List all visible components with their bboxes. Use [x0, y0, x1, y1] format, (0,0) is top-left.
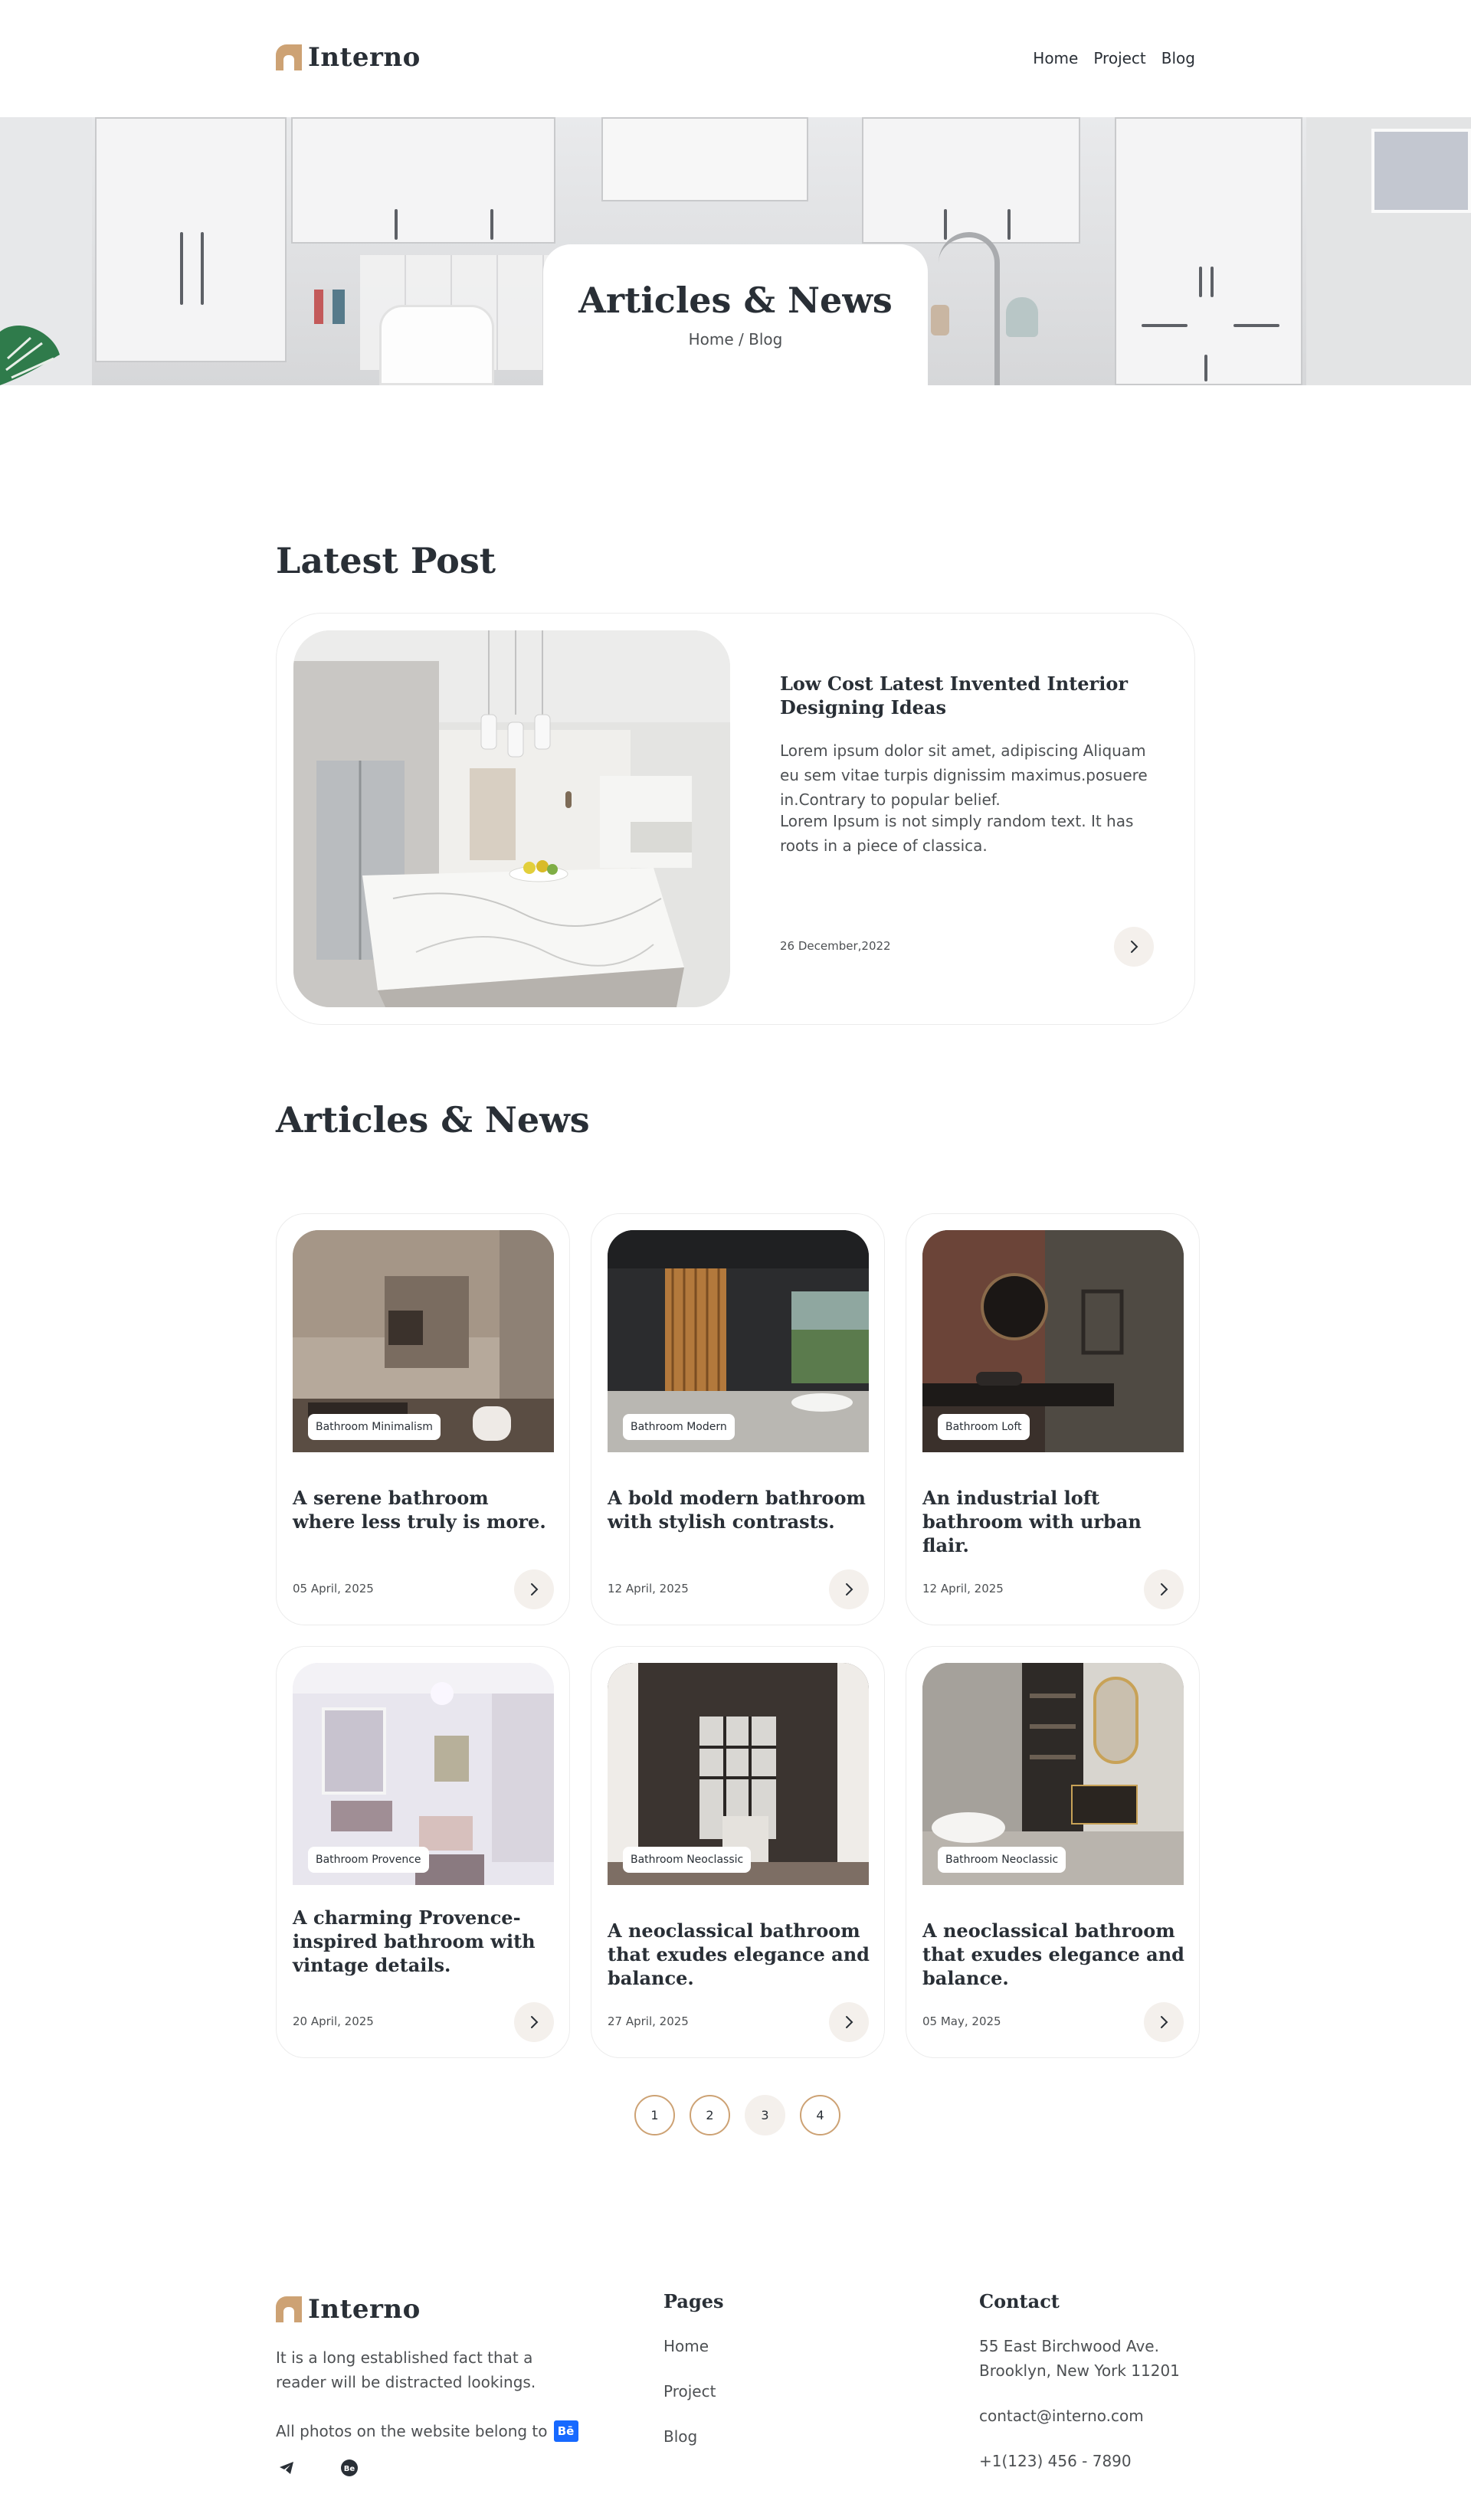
article-date: 12 April, 2025 — [922, 1582, 1004, 1595]
footer-phone-link[interactable]: +1(123) 456 - 7890 — [979, 2452, 1132, 2470]
latest-post-read-button[interactable] — [1114, 927, 1154, 967]
footer-logo[interactable]: Interno — [276, 2294, 421, 2325]
latest-post-excerpt: Lorem ipsum dolor sit amet, adipiscing A… — [780, 741, 1148, 809]
article-read-button[interactable] — [829, 1569, 869, 1609]
chevron-right-icon — [1161, 1583, 1168, 1595]
article-title[interactable]: A neoclassical bathroom that exudes eleg… — [608, 1919, 872, 1990]
latest-post-card[interactable]: Low Cost Latest Invented Interior Design… — [276, 613, 1195, 1025]
footer-contact-heading: Contact — [979, 2290, 1060, 2312]
logo-text: Interno — [308, 42, 421, 73]
footer-link-home[interactable]: Home — [663, 2337, 709, 2355]
footer-description: It is a long established fact that a rea… — [276, 2348, 536, 2391]
article-date: 27 April, 2025 — [608, 2014, 689, 2028]
nav-home[interactable]: Home — [1033, 49, 1078, 67]
behance-icon[interactable]: Be — [337, 2456, 362, 2480]
article-tag: Bathroom Modern — [623, 1414, 735, 1440]
article-image: Bathroom Loft — [922, 1230, 1184, 1452]
chevron-right-icon — [1131, 941, 1138, 953]
article-read-button[interactable] — [1144, 1569, 1184, 1609]
nav-blog[interactable]: Blog — [1161, 49, 1195, 67]
footer-credit-text: All photos on the website belong to — [276, 2422, 548, 2440]
hero-title-card: Articles & News Home / Blog — [543, 244, 928, 385]
chevron-right-icon — [531, 1583, 539, 1595]
article-tag: Bathroom Neoclassic — [938, 1847, 1066, 1873]
latest-post-title[interactable]: Low Cost Latest Invented Interior Design… — [780, 672, 1163, 719]
page-button-1[interactable]: 1 — [634, 2095, 675, 2135]
chevron-right-icon — [846, 2016, 853, 2028]
chevron-right-icon — [846, 1583, 853, 1595]
behance-badge-icon[interactable]: Bē — [553, 2420, 578, 2442]
article-title[interactable]: An industrial loft bathroom with urban f… — [922, 1486, 1187, 1557]
article-date: 12 April, 2025 — [608, 1582, 689, 1595]
breadcrumb[interactable]: Home / Blog — [543, 330, 928, 349]
article-card[interactable]: Bathroom Loft An industrial loft bathroo… — [906, 1213, 1200, 1625]
article-tag: Bathroom Neoclassic — [623, 1847, 752, 1873]
page-button-3-current[interactable]: 3 — [745, 2095, 785, 2135]
article-image: Bathroom Neoclassic — [608, 1663, 869, 1885]
article-image: Bathroom Provence — [293, 1663, 554, 1885]
logo-mark-icon — [276, 2296, 302, 2322]
article-read-button[interactable] — [514, 2002, 554, 2042]
footer-credit: All photos on the website belong to Bē — [276, 2420, 578, 2442]
article-date: 05 April, 2025 — [293, 1582, 374, 1595]
article-tag: Bathroom Loft — [938, 1414, 1030, 1440]
latest-post-heading: Latest Post — [276, 540, 496, 581]
footer-address-line1: 55 East Birchwood Ave. — [979, 2337, 1159, 2355]
nav-project[interactable]: Project — [1093, 49, 1145, 67]
svg-text:Be: Be — [344, 2465, 355, 2473]
latest-post-excerpt-2: Lorem Ipsum is not simply random text. I… — [780, 812, 1134, 855]
article-card[interactable]: Bathroom Minimalism A serene bathroom wh… — [276, 1213, 570, 1625]
page-title: Articles & News — [578, 280, 893, 321]
main-nav: Home Project Blog — [1033, 49, 1195, 67]
article-date: 05 May, 2025 — [922, 2014, 1001, 2028]
footer-logo-text: Interno — [308, 2294, 421, 2325]
article-title[interactable]: A serene bathroom where less truly is mo… — [293, 1486, 557, 1533]
article-read-button[interactable] — [1144, 2002, 1184, 2042]
article-read-button[interactable] — [514, 1569, 554, 1609]
latest-post-image — [293, 630, 730, 1007]
footer-link-blog[interactable]: Blog — [663, 2427, 697, 2446]
article-tag: Bathroom Provence — [308, 1847, 429, 1873]
article-title[interactable]: A charming Provence-inspired bathroom wi… — [293, 1906, 557, 1977]
page-button-4[interactable]: 4 — [800, 2095, 840, 2135]
pagination: 1 2 3 4 — [634, 2095, 840, 2135]
article-image: Bathroom Minimalism — [293, 1230, 554, 1452]
article-read-button[interactable] — [829, 2002, 869, 2042]
article-card[interactable]: Bathroom Neoclassic A neoclassical bathr… — [906, 1646, 1200, 2058]
article-date: 20 April, 2025 — [293, 2014, 374, 2028]
footer-email-link[interactable]: contact@interno.com — [979, 2407, 1144, 2425]
page-button-2[interactable]: 2 — [690, 2095, 730, 2135]
footer-link-project[interactable]: Project — [663, 2382, 716, 2401]
footer-pages-heading: Pages — [663, 2290, 724, 2312]
article-image: Bathroom Neoclassic — [922, 1663, 1184, 1885]
article-card[interactable]: Bathroom Neoclassic A neoclassical bathr… — [591, 1646, 885, 2058]
hero-banner: Articles & News Home / Blog — [0, 117, 1471, 385]
article-card[interactable]: Bathroom Provence A charming Provence-in… — [276, 1646, 570, 2058]
latest-post-date: 26 December,2022 — [780, 939, 891, 953]
site-header: Interno Home Project Blog — [0, 0, 1471, 117]
article-tag: Bathroom Minimalism — [308, 1414, 441, 1440]
logo[interactable]: Interno — [276, 42, 421, 73]
article-title[interactable]: A neoclassical bathroom that exudes eleg… — [922, 1919, 1187, 1990]
footer-address-line2: Brooklyn, New York 11201 — [979, 2361, 1180, 2380]
chevron-right-icon — [531, 2016, 539, 2028]
logo-mark-icon — [276, 44, 302, 70]
article-image: Bathroom Modern — [608, 1230, 869, 1452]
chevron-right-icon — [1161, 2016, 1168, 2028]
telegram-icon[interactable] — [274, 2456, 299, 2480]
article-title[interactable]: A bold modern bathroom with stylish cont… — [608, 1486, 872, 1533]
article-card[interactable]: Bathroom Modern A bold modern bathroom w… — [591, 1213, 885, 1625]
articles-heading: Articles & News — [276, 1099, 590, 1141]
